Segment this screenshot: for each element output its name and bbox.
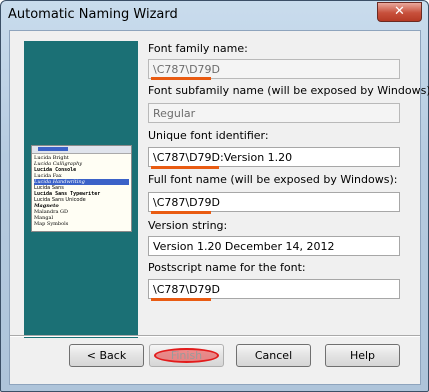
family-name-underline [151, 77, 211, 80]
help-button[interactable]: Help [325, 344, 400, 367]
font-list-preview-image: Lucida Bright Lucida Calligraphy Lucida … [31, 145, 132, 232]
cancel-button[interactable]: Cancel [236, 344, 311, 367]
dialog-body: Lucida Bright Lucida Calligraphy Lucida … [9, 30, 429, 385]
postscript-name-input[interactable]: \C787\D79D [148, 279, 400, 299]
finish-button-label: Finish [170, 349, 203, 362]
subfamily-name-label: Font subfamily name (will be exposed by … [148, 84, 429, 97]
preview-font-item: Map Symbols [34, 221, 69, 227]
postscript-name-label: Postscript name for the font: [148, 261, 306, 274]
version-string-label: Version string: [148, 219, 228, 232]
close-icon: ✕ [394, 4, 405, 19]
back-button[interactable]: < Back [69, 344, 144, 367]
wizard-window: Automatic Naming Wizard ✕ Lucida Bright … [0, 0, 429, 392]
button-separator [10, 335, 420, 337]
subfamily-name-field: Regular [148, 103, 400, 123]
family-name-label: Font family name: [148, 42, 248, 55]
preview-panel: Lucida Bright Lucida Calligraphy Lucida … [24, 41, 138, 338]
unique-id-input[interactable]: \C787\D79D:Version 1.20 [148, 147, 400, 167]
unique-id-underline [151, 166, 219, 169]
preview-font-list: Lucida Bright Lucida Calligraphy Lucida … [34, 155, 129, 227]
unique-id-label: Unique font identifier: [148, 129, 269, 142]
version-string-input[interactable]: Version 1.20 December 14, 2012 [148, 236, 400, 256]
full-name-underline [151, 211, 211, 214]
title-bar[interactable]: Automatic Naming Wizard ✕ [1, 1, 428, 29]
postscript-name-underline [151, 298, 211, 301]
finish-button[interactable]: Finish [149, 344, 224, 367]
full-name-input[interactable]: \C787\D79D [148, 192, 400, 212]
full-name-label: Full font name (will be exposed by Windo… [148, 173, 398, 186]
window-title: Automatic Naming Wizard [8, 7, 178, 22]
family-name-field: \C787\D79D [148, 59, 400, 79]
close-button[interactable]: ✕ [377, 2, 422, 22]
